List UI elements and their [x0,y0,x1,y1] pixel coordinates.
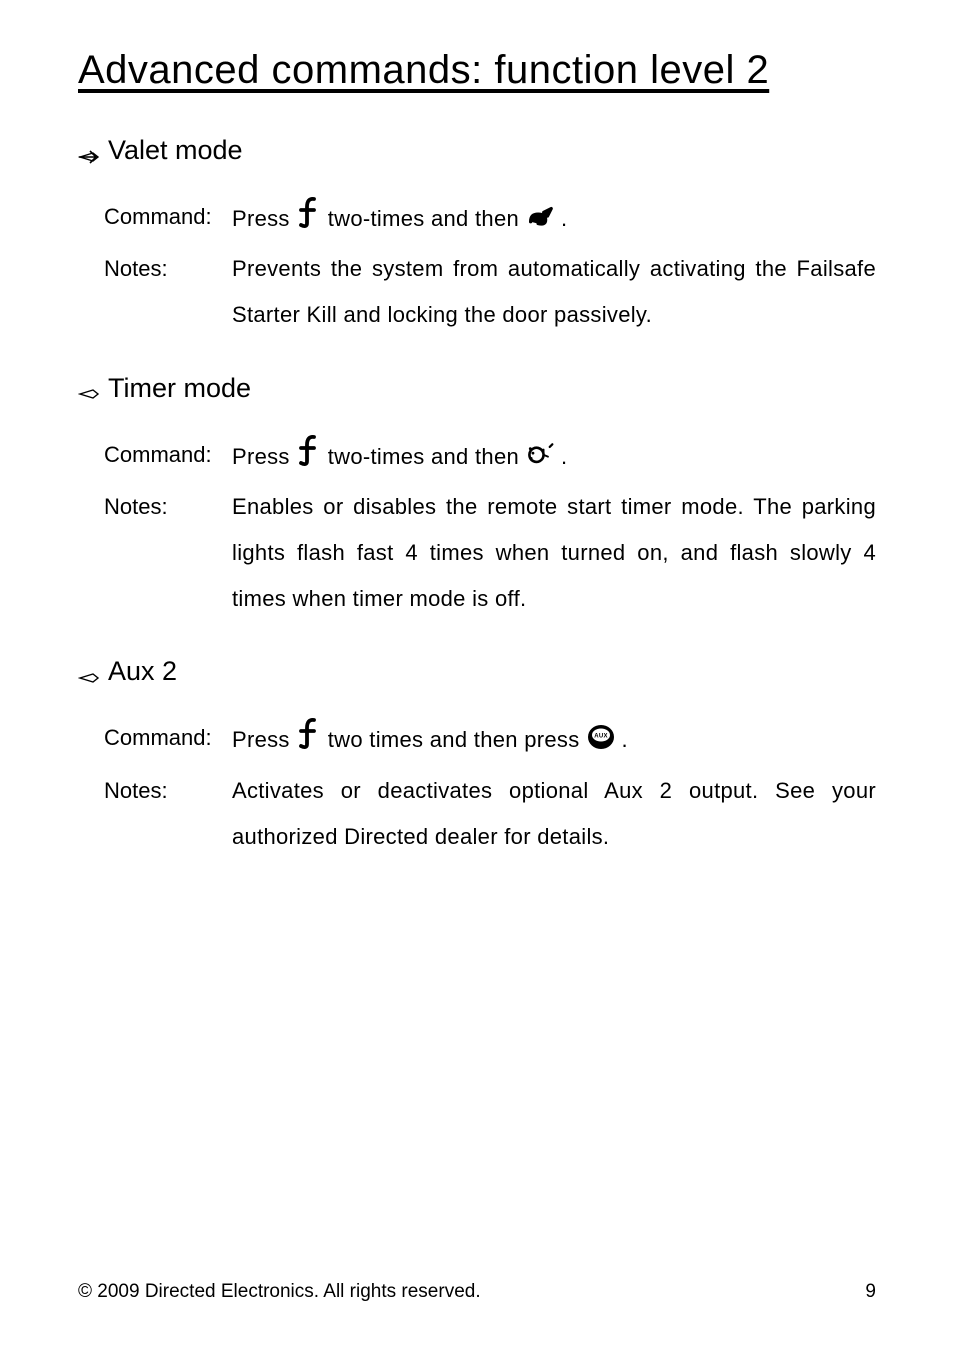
command-label: Command: [104,194,232,242]
notes-label: Notes: [104,484,232,623]
section-aux-2: Aux 2 Command: Press two times and then … [78,656,876,860]
command-label: Command: [104,715,232,763]
page-title: Advanced commands: function level 2 [78,48,876,93]
arrow-bullet-icon [78,142,100,160]
section-valet-mode: Valet mode Command: Press two-times and … [78,135,876,339]
function-f-icon [296,197,322,227]
command-row: Command: Press two times and then press … [104,715,876,763]
function-f-icon [296,718,322,748]
command-end: . [561,196,567,242]
command-mid: two-times and then [328,196,519,242]
notes-label: Notes: [104,246,232,338]
command-pre: Press [232,434,290,480]
command-content: Press two-times and then . [232,194,876,242]
command-end: . [561,434,567,480]
arrow-bullet-icon [78,379,100,397]
page-title-text: Advanced commands: function level 2 [78,48,769,92]
section-heading: Valet mode [78,135,876,166]
command-content: Press two-times and then . [232,432,876,480]
heading-text: Valet mode [108,135,243,166]
section-timer-mode: Timer mode Command: Press two-times and … [78,373,876,623]
command-end: . [622,717,628,763]
timer-icon [525,441,555,467]
copyright-text: © 2009 Directed Electronics. All rights … [78,1281,481,1303]
aux-icon: AUX [586,724,616,750]
arrow-bullet-icon [78,663,100,681]
notes-row: Notes: Enables or disables the remote st… [104,484,876,623]
function-f-icon [296,435,322,465]
command-row: Command: Press two-times and then . [104,194,876,242]
page-footer: © 2009 Directed Electronics. All rights … [78,1281,876,1303]
notes-content: Prevents the system from automatically a… [232,246,876,338]
notes-content: Activates or deactivates optional Aux 2 … [232,768,876,860]
notes-row: Notes: Activates or deactivates optional… [104,768,876,860]
command-label: Command: [104,432,232,480]
heading-text: Aux 2 [108,656,177,687]
command-pre: Press [232,717,290,763]
command-content: Press two times and then press AUX . [232,715,876,763]
notes-row: Notes: Prevents the system from automati… [104,246,876,338]
command-pre: Press [232,196,290,242]
command-mid: two-times and then [328,434,519,480]
page-number: 9 [865,1281,876,1303]
notes-content: Enables or disables the remote start tim… [232,484,876,623]
heading-text: Timer mode [108,373,251,404]
notes-label: Notes: [104,768,232,860]
svg-text:AUX: AUX [594,734,608,740]
section-heading: Timer mode [78,373,876,404]
command-mid: two times and then press [328,717,580,763]
command-row: Command: Press two-times and then [104,432,876,480]
s-icon [525,204,555,230]
section-heading: Aux 2 [78,656,876,687]
